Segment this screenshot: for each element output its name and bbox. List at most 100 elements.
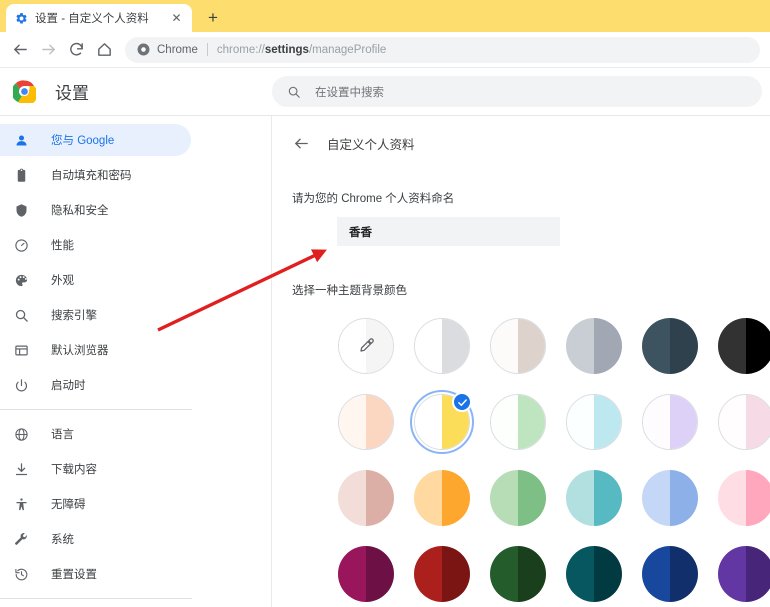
theme-swatch-white-warm-grey[interactable] (480, 312, 556, 380)
sidebar-item-label: 您与 Google (51, 135, 115, 147)
profile-name-input[interactable]: 香香 (337, 217, 560, 246)
theme-swatch-pale-pink[interactable] (708, 388, 770, 456)
accessibility-icon (13, 496, 30, 513)
sidebar-item-downloads[interactable]: 下载内容 (0, 453, 191, 485)
theme-swatch-purple[interactable] (708, 540, 770, 607)
theme-swatch-dusty-rose[interactable] (328, 464, 404, 532)
manage-profile-panel: 自定义个人资料 请为您的 Chrome 个人资料命名 香香 选择一种主题背景颜色 (272, 116, 770, 607)
swatch-circle (338, 394, 394, 450)
swatch-left-half (414, 546, 442, 602)
swatch-right-half (746, 470, 770, 526)
browser-tab[interactable]: 设置 - 自定义个人资料 ✕ (6, 4, 192, 32)
theme-swatch-blue[interactable] (632, 464, 708, 532)
swatch-circle (718, 546, 770, 602)
swatch-circle (566, 546, 622, 602)
sidebar-item-performance[interactable]: 性能 (0, 229, 191, 261)
arrow-right-icon[interactable] (34, 36, 62, 64)
sidebar-item-label: 自动填充和密码 (51, 170, 132, 182)
sidebar-item-label: 下载内容 (51, 464, 97, 476)
search-input[interactable]: 在设置中搜索 (272, 76, 762, 107)
page-title: 设置 (55, 84, 89, 103)
theme-swatch-navy-blue[interactable] (632, 540, 708, 607)
swatch-right-half (518, 319, 545, 373)
swatch-circle (566, 318, 622, 374)
sidebar-item-on-startup[interactable]: 启动时 (0, 369, 191, 401)
theme-swatch-forest-green[interactable] (480, 540, 556, 607)
tab-strip: 设置 - 自定义个人资料 ✕ + (0, 0, 770, 32)
settings-header: 设置 在设置中搜索 (0, 68, 770, 116)
theme-swatch-red-dark[interactable] (404, 540, 480, 607)
arrow-left-icon[interactable] (292, 135, 310, 153)
sidebar-item-you-and-google[interactable]: 您与 Google (0, 124, 191, 156)
new-tab-button[interactable]: + (199, 3, 227, 31)
arrow-left-icon[interactable] (6, 36, 34, 64)
theme-swatch-custom-color-picker[interactable] (328, 312, 404, 380)
swatch-circle (642, 394, 698, 450)
theme-swatch-pale-cyan[interactable] (556, 388, 632, 456)
swatch-left-half (415, 319, 442, 373)
theme-swatch-pale-peach[interactable] (328, 388, 404, 456)
panel-header: 自定义个人资料 (292, 134, 770, 153)
sidebar-item-autofill[interactable]: 自动填充和密码 (0, 159, 191, 191)
theme-swatch-black[interactable] (708, 312, 770, 380)
swatch-right-half (518, 546, 546, 602)
sidebar-item-label: 搜索引擎 (51, 310, 97, 322)
sidebar-item-search-engine[interactable]: 搜索引擎 (0, 299, 191, 331)
theme-swatch-green[interactable] (480, 464, 556, 532)
swatch-left-half (642, 318, 670, 374)
home-icon[interactable] (90, 36, 118, 64)
swatch-left-half (718, 546, 746, 602)
globe-icon (13, 426, 30, 443)
address-bar[interactable]: Chrome chrome://settings/manageProfile (125, 36, 760, 63)
sidebar-item-reset-settings[interactable]: 重置设置 (0, 558, 191, 590)
search-icon (286, 84, 301, 99)
swatch-left-half (643, 395, 670, 449)
theme-swatch-pale-green[interactable] (480, 388, 556, 456)
swatch-circle (490, 394, 546, 450)
swatch-circle (642, 318, 698, 374)
check-icon (452, 392, 472, 412)
reload-icon[interactable] (62, 36, 90, 64)
swatch-left-half (338, 470, 366, 526)
swatch-left-half (718, 470, 746, 526)
sidebar-divider-1 (0, 409, 192, 410)
palette-icon (13, 272, 30, 289)
sidebar-item-appearance[interactable]: 外观 (0, 264, 191, 296)
theme-color-grid (328, 312, 770, 607)
download-icon (13, 461, 30, 478)
theme-swatch-teal-dark[interactable] (556, 540, 632, 607)
sidebar-item-languages[interactable]: 语言 (0, 418, 191, 450)
sidebar-item-accessibility[interactable]: 无障碍 (0, 488, 191, 520)
theme-swatch-pale-lavender[interactable] (632, 388, 708, 456)
theme-swatch-white-grey[interactable] (404, 312, 480, 380)
theme-swatch-orange[interactable] (404, 464, 480, 532)
swatch-right-half (518, 395, 545, 449)
swatch-circle (338, 546, 394, 602)
swatch-circle (490, 470, 546, 526)
history-restore-icon (13, 566, 30, 583)
omnibox-scheme-label: Chrome (157, 43, 198, 56)
swatch-circle (718, 394, 770, 450)
sidebar-item-default-browser[interactable]: 默认浏览器 (0, 334, 191, 366)
power-icon (13, 377, 30, 394)
theme-swatch-teal[interactable] (556, 464, 632, 532)
sidebar-item-privacy[interactable]: 隐私和安全 (0, 194, 191, 226)
theme-swatch-pink[interactable] (708, 464, 770, 532)
url-prefix: chrome:// (216, 43, 265, 56)
theme-swatch-slate-dark[interactable] (632, 312, 708, 380)
theme-swatch-light-grey[interactable] (556, 312, 632, 380)
swatch-left-half (718, 318, 746, 374)
swatch-left-half (566, 470, 594, 526)
theme-swatch-magenta-dark[interactable] (328, 540, 404, 607)
settings-brand: 设置 (0, 79, 272, 106)
sidebar-divider-2 (0, 598, 192, 599)
omnibox-divider (206, 43, 208, 56)
theme-swatch-yellow[interactable] (404, 388, 480, 456)
sidebar-item-system[interactable]: 系统 (0, 523, 191, 555)
person-icon (13, 132, 30, 149)
swatch-right-half (746, 395, 770, 449)
panel-title: 自定义个人资料 (327, 138, 415, 152)
swatch-circle (718, 318, 770, 374)
shield-icon (13, 202, 30, 219)
close-icon[interactable]: ✕ (169, 11, 184, 26)
